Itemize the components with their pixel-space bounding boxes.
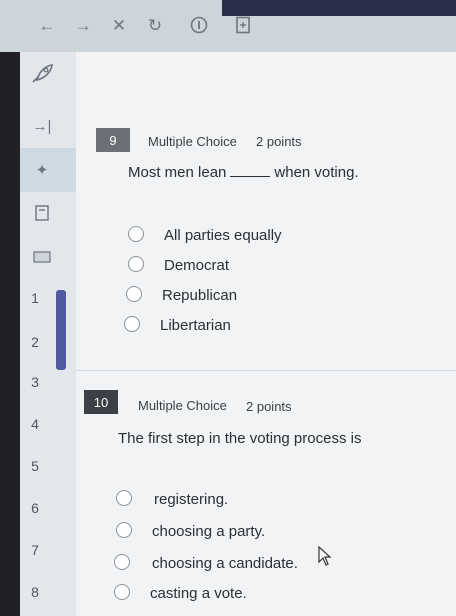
- refresh-icon[interactable]: ↻: [144, 14, 166, 36]
- option-radio[interactable]: [126, 286, 142, 302]
- sidebar-question-number[interactable]: 5: [20, 458, 50, 474]
- option-radio[interactable]: [128, 256, 144, 272]
- sidebar-question-number[interactable]: 1: [20, 290, 50, 306]
- option-radio[interactable]: [114, 584, 130, 600]
- option-label[interactable]: Democrat: [164, 257, 229, 274]
- option-label[interactable]: registering.: [154, 491, 228, 508]
- option-label[interactable]: casting a vote.: [150, 585, 247, 602]
- info-icon[interactable]: [188, 14, 210, 36]
- question-points: 2 points: [246, 399, 292, 414]
- question-text: Most men lean when voting.: [128, 164, 359, 181]
- mouse-cursor-icon: [318, 545, 332, 571]
- left-rail: [0, 52, 20, 616]
- option-radio[interactable]: [116, 490, 132, 506]
- sidebar-question-number[interactable]: 3: [20, 374, 50, 390]
- option-radio[interactable]: [116, 522, 132, 538]
- question-number-badge: 9: [96, 128, 130, 152]
- forward-arrow-icon[interactable]: →: [72, 14, 94, 36]
- option-radio[interactable]: [124, 316, 140, 332]
- toolbar-dark-strip: [222, 0, 456, 16]
- browser-toolbar: ← → ✕ ↻: [0, 0, 456, 52]
- rocket-icon[interactable]: [22, 60, 62, 88]
- option-radio[interactable]: [128, 226, 144, 242]
- option-label[interactable]: choosing a candidate.: [152, 555, 298, 572]
- question-type: Multiple Choice: [138, 398, 227, 413]
- collapse-arrow-icon[interactable]: →|: [22, 114, 62, 138]
- option-label[interactable]: Republican: [162, 287, 237, 304]
- question-points: 2 points: [256, 134, 302, 149]
- option-label[interactable]: choosing a party.: [152, 523, 265, 540]
- question-number-badge: 10: [84, 390, 118, 414]
- question-type: Multiple Choice: [148, 134, 237, 149]
- pin-icon[interactable]: ✦: [22, 158, 62, 182]
- sidebar-question-number[interactable]: 4: [20, 416, 50, 432]
- option-label[interactable]: Libertarian: [160, 317, 231, 334]
- document-icon[interactable]: [232, 14, 254, 36]
- sidebar-question-number[interactable]: 2: [20, 334, 50, 350]
- option-radio[interactable]: [114, 554, 130, 570]
- answer-blank: [230, 176, 271, 177]
- question-text-after: when voting.: [274, 164, 359, 181]
- sidebar-question-number[interactable]: 8: [20, 584, 50, 600]
- calculator-icon[interactable]: [22, 201, 62, 225]
- sidebar-scrollbar[interactable]: [56, 290, 66, 370]
- question-text: The first step in the voting process is: [118, 430, 362, 447]
- option-label[interactable]: All parties equally: [164, 227, 282, 244]
- close-icon[interactable]: ✕: [108, 14, 130, 36]
- question-text-before: Most men lean: [128, 164, 227, 181]
- keyboard-icon[interactable]: [22, 245, 62, 269]
- sidebar-question-number[interactable]: 7: [20, 542, 50, 558]
- back-arrow-icon[interactable]: ←: [36, 14, 58, 36]
- sidebar-question-number[interactable]: 6: [20, 500, 50, 516]
- question-divider: [76, 370, 456, 371]
